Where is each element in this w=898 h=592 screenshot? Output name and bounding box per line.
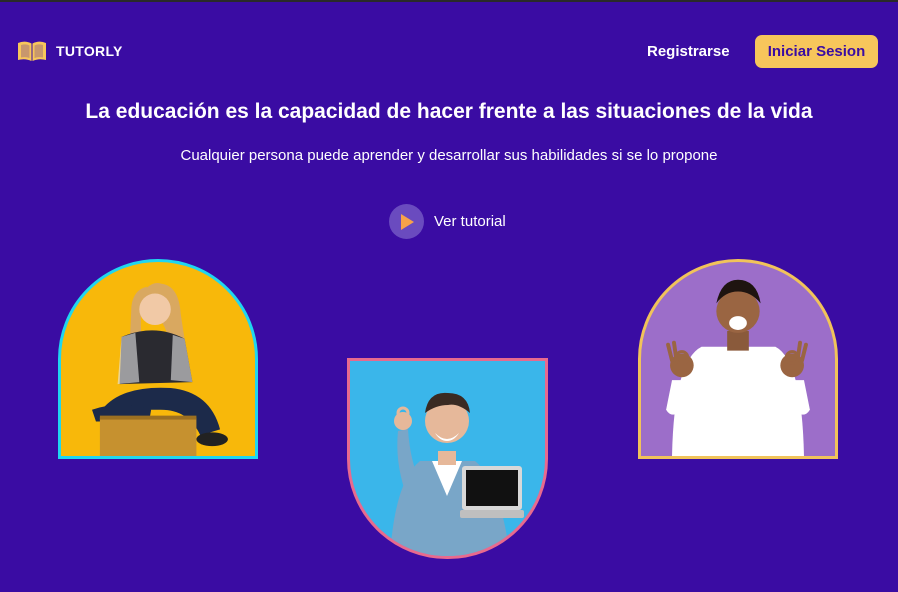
hero-title: La educación es la capacidad de hacer fr… [85, 100, 813, 123]
brand-name: TUTORLY [56, 43, 123, 59]
watch-tutorial-button[interactable]: Ver tutorial [389, 204, 506, 239]
man-ok-gesture-illustration [666, 279, 810, 456]
student-photo-man-ok [638, 259, 838, 459]
play-button-circle[interactable] [389, 204, 424, 239]
window-top-edge [0, 0, 898, 2]
hero-subtitle: Cualquier persona puede aprender y desar… [180, 147, 718, 164]
register-link[interactable]: Registrarse [647, 43, 730, 60]
woman-with-laptop-illustration [92, 283, 228, 456]
student-photo-woman [58, 259, 258, 459]
brand-logo[interactable]: TUTORLY [17, 40, 123, 62]
man-holding-laptop-illustration [390, 392, 524, 556]
login-button[interactable]: Iniciar Sesion [755, 35, 878, 68]
watch-tutorial-label: Ver tutorial [434, 213, 506, 230]
play-icon [400, 213, 414, 230]
student-photo-man-laptop [347, 358, 548, 559]
open-book-icon [18, 41, 46, 61]
